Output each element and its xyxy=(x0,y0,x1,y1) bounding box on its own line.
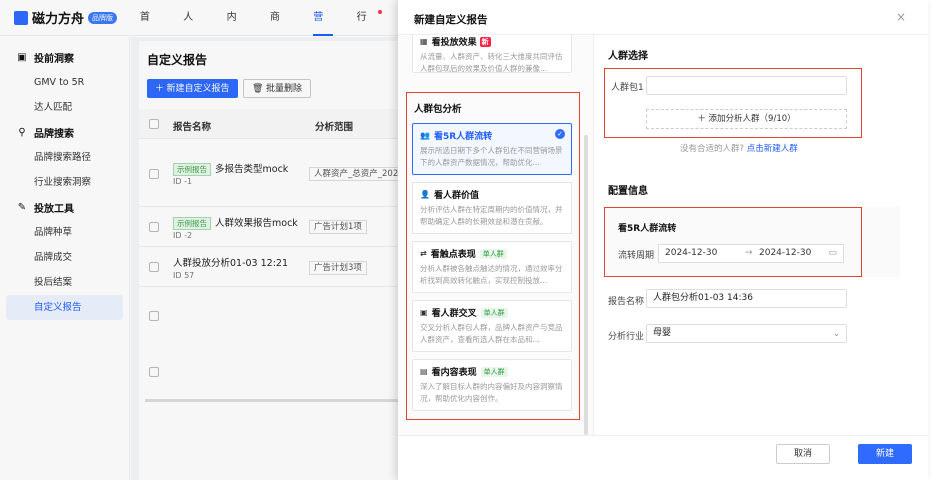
chart-icon: ▦ xyxy=(420,37,428,46)
highlight-box xyxy=(406,92,580,420)
vertical-scrollbar[interactable] xyxy=(584,135,588,435)
highlight-box xyxy=(604,207,862,277)
new-badge: 新 xyxy=(479,36,491,47)
card-header: ▦ 看投放效果新 xyxy=(420,35,564,48)
industry-label: 分析行业 xyxy=(608,332,645,342)
card-desc: 从流量、人群资产、转化三大维度共同评估人群包现后的效果及价值人群的兼像... xyxy=(420,52,563,73)
cancel-button[interactable]: 取消 xyxy=(776,444,830,464)
modal-overlay[interactable] xyxy=(0,0,400,480)
create-crowd-link[interactable]: 点击新建人群 xyxy=(747,144,798,154)
report-name-label: 报告名称 xyxy=(608,297,645,307)
create-crowd-hint: 没有合适的人群? 点击新建人群 xyxy=(680,142,798,154)
close-icon[interactable]: × xyxy=(896,10,906,24)
drawer-title: 新建自定义报告 xyxy=(414,14,488,26)
report-name-input[interactable]: 人群包分析01-03 14:36 xyxy=(646,289,847,308)
chevron-down-icon: ⌄ xyxy=(833,329,840,338)
config-heading: 配置信息 xyxy=(608,186,648,197)
highlight-box xyxy=(604,68,862,138)
analysis-type-list: ▦ 看投放效果新 从流量、人群资产、转化三大维度共同评估人群包现后的效果及价值人群… xyxy=(398,35,594,435)
industry-select[interactable]: 母婴 ⌄ xyxy=(646,324,847,343)
drawer-footer: 取消 新建 xyxy=(398,435,928,480)
industry-value: 母婴 xyxy=(653,328,672,338)
create-button[interactable]: 新建 xyxy=(858,444,912,464)
new-report-drawer: 新建自定义报告 × ▦ 看投放效果新 从流量、人群资产、转化三大维度共同评估人群包… xyxy=(398,0,928,480)
card-ad-effect[interactable]: ▦ 看投放效果新 从流量、人群资产、转化三大维度共同评估人群包现后的效果及价值人群… xyxy=(412,35,572,73)
config-panel: 人群选择 人群包1 ＋ 添加分析人群（9/10） 没有合适的人群? 点击新建人群… xyxy=(594,35,928,435)
crowd-select-heading: 人群选择 xyxy=(608,51,648,62)
card-title: 看投放效果 xyxy=(431,38,477,48)
hint-text: 没有合适的人群? xyxy=(680,144,745,154)
